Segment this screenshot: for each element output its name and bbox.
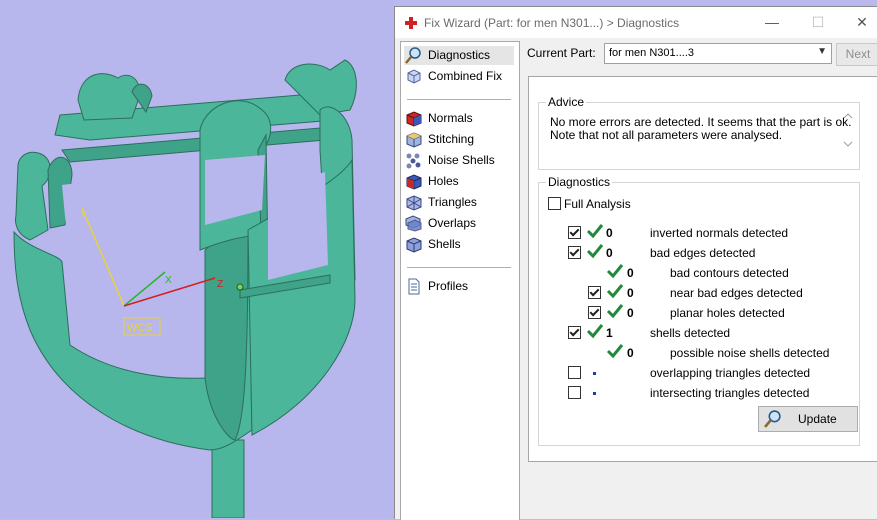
triangles-icon	[406, 195, 422, 211]
sidebar-item-profiles[interactable]: Profiles	[404, 277, 514, 296]
magnifier-icon	[405, 47, 421, 64]
advice-title: Advice	[546, 95, 587, 109]
red-cross-icon	[405, 17, 417, 29]
sidebar-item-overlaps[interactable]: Overlaps	[404, 214, 514, 233]
green-check-icon	[586, 224, 604, 239]
bad-edges-count: 0	[606, 246, 613, 260]
sidebar-item-label: Stitching	[428, 132, 475, 146]
axis-x-label: X	[165, 275, 172, 286]
holes-cube-icon	[406, 174, 422, 190]
advice-text: No more errors are detected. It seems th…	[550, 116, 851, 142]
near-bad-edges-count: 0	[627, 286, 634, 300]
fix-wizard-window: Fix Wizard (Part: for men N301...) > Dia…	[394, 6, 877, 520]
sidebar-item-label: Overlaps	[428, 216, 477, 230]
advice-line-2: Note that not all parameters were analys…	[550, 128, 783, 142]
wcs-label: WCS	[127, 322, 153, 334]
blue-dot-icon	[593, 392, 596, 395]
sidebar-divider	[407, 267, 511, 268]
axis-z-label: Z	[217, 279, 223, 290]
green-check-icon	[606, 344, 624, 359]
main-panel: Current Part: for men N301....3 ▼ Next A…	[524, 41, 877, 519]
blue-dot-icon	[593, 372, 596, 375]
noise-shells-count: 0	[627, 346, 634, 360]
update-label: Update	[798, 412, 837, 426]
planar-holes-label: planar holes detected	[670, 306, 785, 320]
noise-shells-label: possible noise shells detected	[670, 346, 830, 360]
advice-scrollbar[interactable]	[841, 109, 855, 151]
sidebar-item-shells[interactable]: Shells	[404, 235, 514, 254]
green-check-icon	[606, 264, 624, 279]
sidebar-item-label: Shells	[428, 237, 461, 251]
sidebar-item-label: Triangles	[428, 195, 477, 209]
near-bad-edges-label: near bad edges detected	[670, 286, 803, 300]
overlapping-triangles-label: overlapping triangles detected	[650, 366, 811, 380]
full-analysis-checkbox[interactable]	[548, 197, 561, 210]
green-check-icon	[586, 324, 604, 339]
sidebar-item-label: Holes	[428, 174, 459, 188]
advice-group: Advice No more errors are detected. It s…	[538, 95, 860, 170]
sidebar-item-noise-shells[interactable]: Noise Shells	[404, 151, 514, 170]
sidebar-item-label: Combined Fix	[428, 69, 503, 83]
normals-cube-icon	[406, 111, 422, 127]
sidebar-item-label: Noise Shells	[428, 153, 495, 167]
near-bad-edges-checkbox[interactable]	[588, 286, 601, 299]
document-icon	[408, 278, 420, 295]
shells-count: 1	[606, 326, 613, 340]
current-part-label: Current Part:	[527, 46, 596, 60]
sidebar-item-label: Profiles	[428, 279, 469, 293]
planar-holes-count: 0	[627, 306, 634, 320]
ring-model: Y X Z WCS	[13, 59, 357, 518]
bad-contours-label: bad contours detected	[670, 266, 789, 280]
sidebar-item-holes[interactable]: Holes	[404, 172, 514, 191]
maximize-button[interactable]: ☐	[803, 11, 833, 33]
combined-fix-icon	[407, 69, 421, 84]
green-check-icon	[606, 284, 624, 299]
intersecting-triangles-checkbox[interactable]	[568, 386, 581, 399]
window-title: Fix Wizard (Part: for men N301...) > Dia…	[424, 16, 680, 30]
current-part-value: for men N301....3	[609, 47, 694, 59]
planar-holes-checkbox[interactable]	[588, 306, 601, 319]
full-analysis-label: Full Analysis	[564, 197, 631, 211]
inverted-normals-label: inverted normals detected	[650, 226, 789, 240]
noise-shells-icon	[406, 153, 421, 169]
current-part-select[interactable]: for men N301....3 ▼	[604, 43, 832, 64]
overlapping-triangles-checkbox[interactable]	[568, 366, 581, 379]
green-check-icon	[586, 244, 604, 259]
stitching-cube-icon	[406, 132, 422, 148]
sidebar-item-combined-fix[interactable]: Combined Fix	[404, 67, 514, 86]
chevron-down-icon: ▼	[817, 46, 827, 57]
sidebar-item-diagnostics[interactable]: Diagnostics	[404, 46, 514, 65]
sidebar-divider	[407, 99, 511, 100]
sidebar-item-label: Diagnostics	[428, 48, 491, 62]
overlaps-icon	[405, 215, 422, 232]
content-panel: Advice No more errors are detected. It s…	[528, 76, 877, 462]
sidebar: Diagnostics Combined Fix Normals Stitchi…	[400, 41, 520, 520]
minimize-button[interactable]: —	[757, 11, 787, 33]
axis-y-label: Y	[80, 210, 87, 221]
bad-edges-checkbox[interactable]	[568, 246, 581, 259]
close-button[interactable]: ✕	[847, 11, 877, 33]
shells-label: shells detected	[650, 326, 731, 340]
bad-edges-label: bad edges detected	[650, 246, 756, 260]
intersecting-triangles-label: intersecting triangles detected	[650, 386, 810, 400]
inverted-normals-checkbox[interactable]	[568, 226, 581, 239]
3d-viewport[interactable]: Y X Z WCS	[0, 0, 395, 518]
sidebar-item-triangles[interactable]: Triangles	[404, 193, 514, 212]
shells-checkbox[interactable]	[568, 326, 581, 339]
next-button[interactable]: Next	[836, 43, 877, 66]
inverted-normals-count: 0	[606, 226, 613, 240]
shells-icon	[406, 237, 422, 253]
sidebar-item-label: Normals	[428, 111, 473, 125]
title-bar[interactable]: Fix Wizard (Part: for men N301...) > Dia…	[395, 7, 877, 38]
bad-contours-count: 0	[627, 266, 634, 280]
green-check-icon	[606, 304, 624, 319]
magnifier-icon	[764, 410, 781, 428]
sidebar-item-normals[interactable]: Normals	[404, 109, 514, 128]
sidebar-item-stitching[interactable]: Stitching	[404, 130, 514, 149]
update-button[interactable]: Update	[758, 406, 858, 432]
diagnostics-title: Diagnostics	[546, 175, 613, 189]
